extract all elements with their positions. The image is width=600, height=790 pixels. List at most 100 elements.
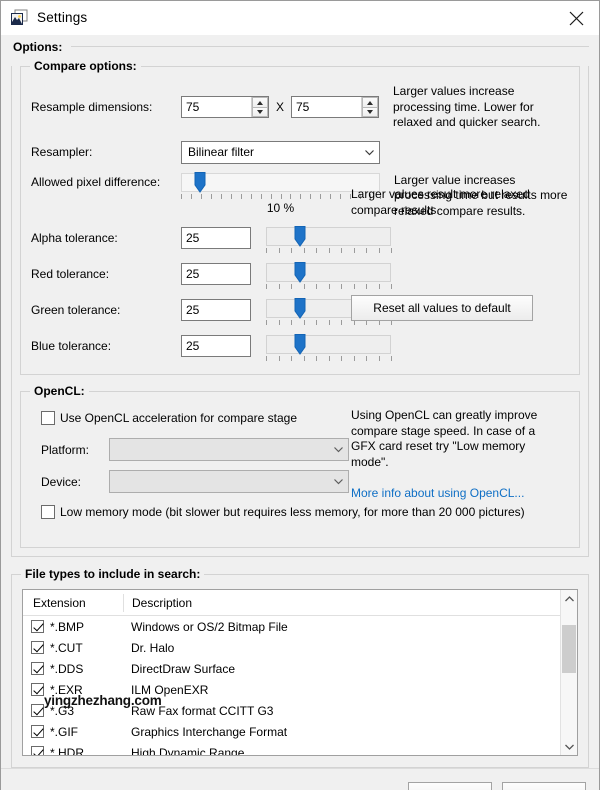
file-type-checkbox[interactable] xyxy=(31,641,44,654)
tolerance-input[interactable]: 25 xyxy=(181,335,251,357)
file-type-checkbox[interactable] xyxy=(31,662,44,675)
low-memory-checkbox[interactable] xyxy=(41,505,55,519)
file-type-extension-cell: *.BMP xyxy=(23,620,123,634)
column-header-description[interactable]: Description xyxy=(123,593,192,612)
close-button[interactable] xyxy=(553,1,599,35)
scroll-up-button[interactable] xyxy=(561,590,577,607)
use-opencl-label: Use OpenCL acceleration for compare stag… xyxy=(60,411,298,425)
table-row[interactable]: *.GIF Graphics Interchange Format xyxy=(23,721,560,742)
file-type-description: ILM OpenEXR xyxy=(131,682,209,697)
slider-thumb[interactable] xyxy=(294,298,306,319)
dimension-separator: X xyxy=(275,100,284,115)
file-type-extension: *.BMP xyxy=(50,619,85,634)
tolerance-slider[interactable] xyxy=(266,334,391,355)
platform-select[interactable] xyxy=(109,438,349,461)
slider-ticks xyxy=(266,247,392,254)
resample-height-value[interactable]: 75 xyxy=(292,97,361,117)
resampler-row: Resampler: Bilinear filter xyxy=(31,140,569,164)
compare-options-title: Compare options: xyxy=(30,59,141,73)
table-row[interactable]: *.CUT Dr. Halo xyxy=(23,637,560,658)
tolerance-slider[interactable] xyxy=(266,226,391,247)
dialog-content: Options: Compare options: Resample dimen… xyxy=(1,35,599,768)
use-opencl-checkbox[interactable] xyxy=(41,411,55,425)
reset-all-values-button[interactable]: Reset all values to default xyxy=(351,295,533,321)
tolerance-row: Blue tolerance: 25 xyxy=(31,334,569,362)
file-type-extension: *.HDR xyxy=(50,745,85,756)
ok-button[interactable]: OK xyxy=(408,782,492,790)
file-type-extension-cell: *.HDR xyxy=(23,745,123,756)
scroll-down-button[interactable] xyxy=(561,738,577,755)
opencl-group: OpenCL: Use OpenCL acceleration for comp… xyxy=(20,384,580,548)
spinner-up-icon[interactable] xyxy=(362,97,378,108)
table-row[interactable]: *.BMP Windows or OS/2 Bitmap File xyxy=(23,616,560,637)
file-type-description: DirectDraw Surface xyxy=(131,661,236,676)
tolerance-label: Red tolerance: xyxy=(31,267,110,281)
opencl-title: OpenCL: xyxy=(30,384,89,398)
spinner-down-icon[interactable] xyxy=(252,107,268,118)
file-type-extension: *.DDS xyxy=(50,661,84,676)
file-types-scrollbar[interactable] xyxy=(560,590,577,755)
resample-width-arrows[interactable] xyxy=(251,97,268,118)
file-type-checkbox[interactable] xyxy=(31,620,44,633)
file-type-checkbox[interactable] xyxy=(31,683,44,696)
slider-thumb[interactable] xyxy=(294,334,306,355)
low-memory-checkbox-row[interactable]: Low memory mode (bit slower but requires… xyxy=(41,505,569,519)
tolerance-slider[interactable] xyxy=(266,262,391,283)
table-row[interactable]: *.DDS DirectDraw Surface xyxy=(23,658,560,679)
resampler-select[interactable]: Bilinear filter xyxy=(181,140,380,164)
file-types-rows: *.BMP Windows or OS/2 Bitmap File *.CUT Dr.… xyxy=(23,616,560,755)
file-type-extension: *.CUT xyxy=(50,640,83,655)
table-row[interactable]: *.HDR High Dynamic Range xyxy=(23,742,560,755)
resampler-label: Resampler: xyxy=(31,144,93,159)
opencl-more-info-link[interactable]: More info about using OpenCL... xyxy=(351,486,524,500)
file-type-checkbox[interactable] xyxy=(31,704,44,717)
opencl-help-text: Using OpenCL can greatly improve compare… xyxy=(351,408,538,469)
table-row[interactable]: *.EXR ILM OpenEXR xyxy=(23,679,560,700)
file-types-header: Extension Description xyxy=(23,590,560,616)
file-type-extension-cell: *.GIF xyxy=(23,725,123,739)
tolerance-help-text: Larger values result more relaxed compar… xyxy=(351,187,530,217)
scrollbar-track[interactable] xyxy=(561,607,577,738)
scrollbar-thumb[interactable] xyxy=(562,625,576,673)
file-type-description: High Dynamic Range xyxy=(131,745,245,756)
settings-dialog: Settings Options: Compare options: Resam… xyxy=(0,0,600,790)
resampler-value: Bilinear filter xyxy=(188,145,255,159)
tolerance-input[interactable]: 25 xyxy=(181,227,251,249)
cancel-button[interactable]: Cancel xyxy=(502,782,586,790)
slider-thumb[interactable] xyxy=(294,262,306,283)
file-types-title: File types to include in search: xyxy=(21,567,205,581)
tolerance-input[interactable]: 25 xyxy=(181,263,251,285)
window-title: Settings xyxy=(37,10,88,25)
tolerance-input[interactable]: 25 xyxy=(181,299,251,321)
slider-thumb[interactable] xyxy=(194,171,206,193)
spinner-down-icon[interactable] xyxy=(362,107,378,118)
file-type-extension: *.G3 xyxy=(50,703,75,718)
file-type-extension-cell: *.DDS xyxy=(23,662,123,676)
resample-width-stepper[interactable]: 75 xyxy=(181,96,269,119)
chevron-down-icon xyxy=(564,744,574,750)
resample-help-text: Larger values increase processing time. … xyxy=(393,84,541,129)
resample-height-stepper[interactable]: 75 xyxy=(291,96,379,119)
resample-dimensions-label: Resample dimensions: xyxy=(31,100,153,115)
device-select[interactable] xyxy=(109,470,349,493)
file-types-list: Extension Description *.BMP Windows or OS… xyxy=(23,590,560,755)
spinner-up-icon[interactable] xyxy=(252,97,268,108)
table-row[interactable]: *.G3 Raw Fax format CCITT G3 xyxy=(23,700,560,721)
column-header-extension[interactable]: Extension xyxy=(23,596,123,610)
chevron-down-icon xyxy=(334,447,343,453)
file-type-checkbox[interactable] xyxy=(31,725,44,738)
slider-thumb[interactable] xyxy=(294,226,306,247)
allowed-pixel-difference-label: Allowed pixel difference: xyxy=(31,174,161,189)
file-type-extension-cell: *.EXR xyxy=(23,683,123,697)
file-types-listbox[interactable]: Extension Description *.BMP Windows or OS… xyxy=(22,589,578,756)
tolerance-label: Green tolerance: xyxy=(31,303,121,317)
file-type-description: Raw Fax format CCITT G3 xyxy=(131,703,274,718)
slider-ticks xyxy=(266,355,392,362)
resample-width-value[interactable]: 75 xyxy=(182,97,251,117)
chevron-up-icon xyxy=(564,595,574,601)
resample-height-arrows[interactable] xyxy=(361,97,378,118)
file-type-checkbox[interactable] xyxy=(31,746,44,755)
file-type-extension: *.GIF xyxy=(50,724,79,739)
title-bar: Settings xyxy=(1,1,599,35)
low-memory-label: Low memory mode (bit slower but requires… xyxy=(60,505,525,519)
